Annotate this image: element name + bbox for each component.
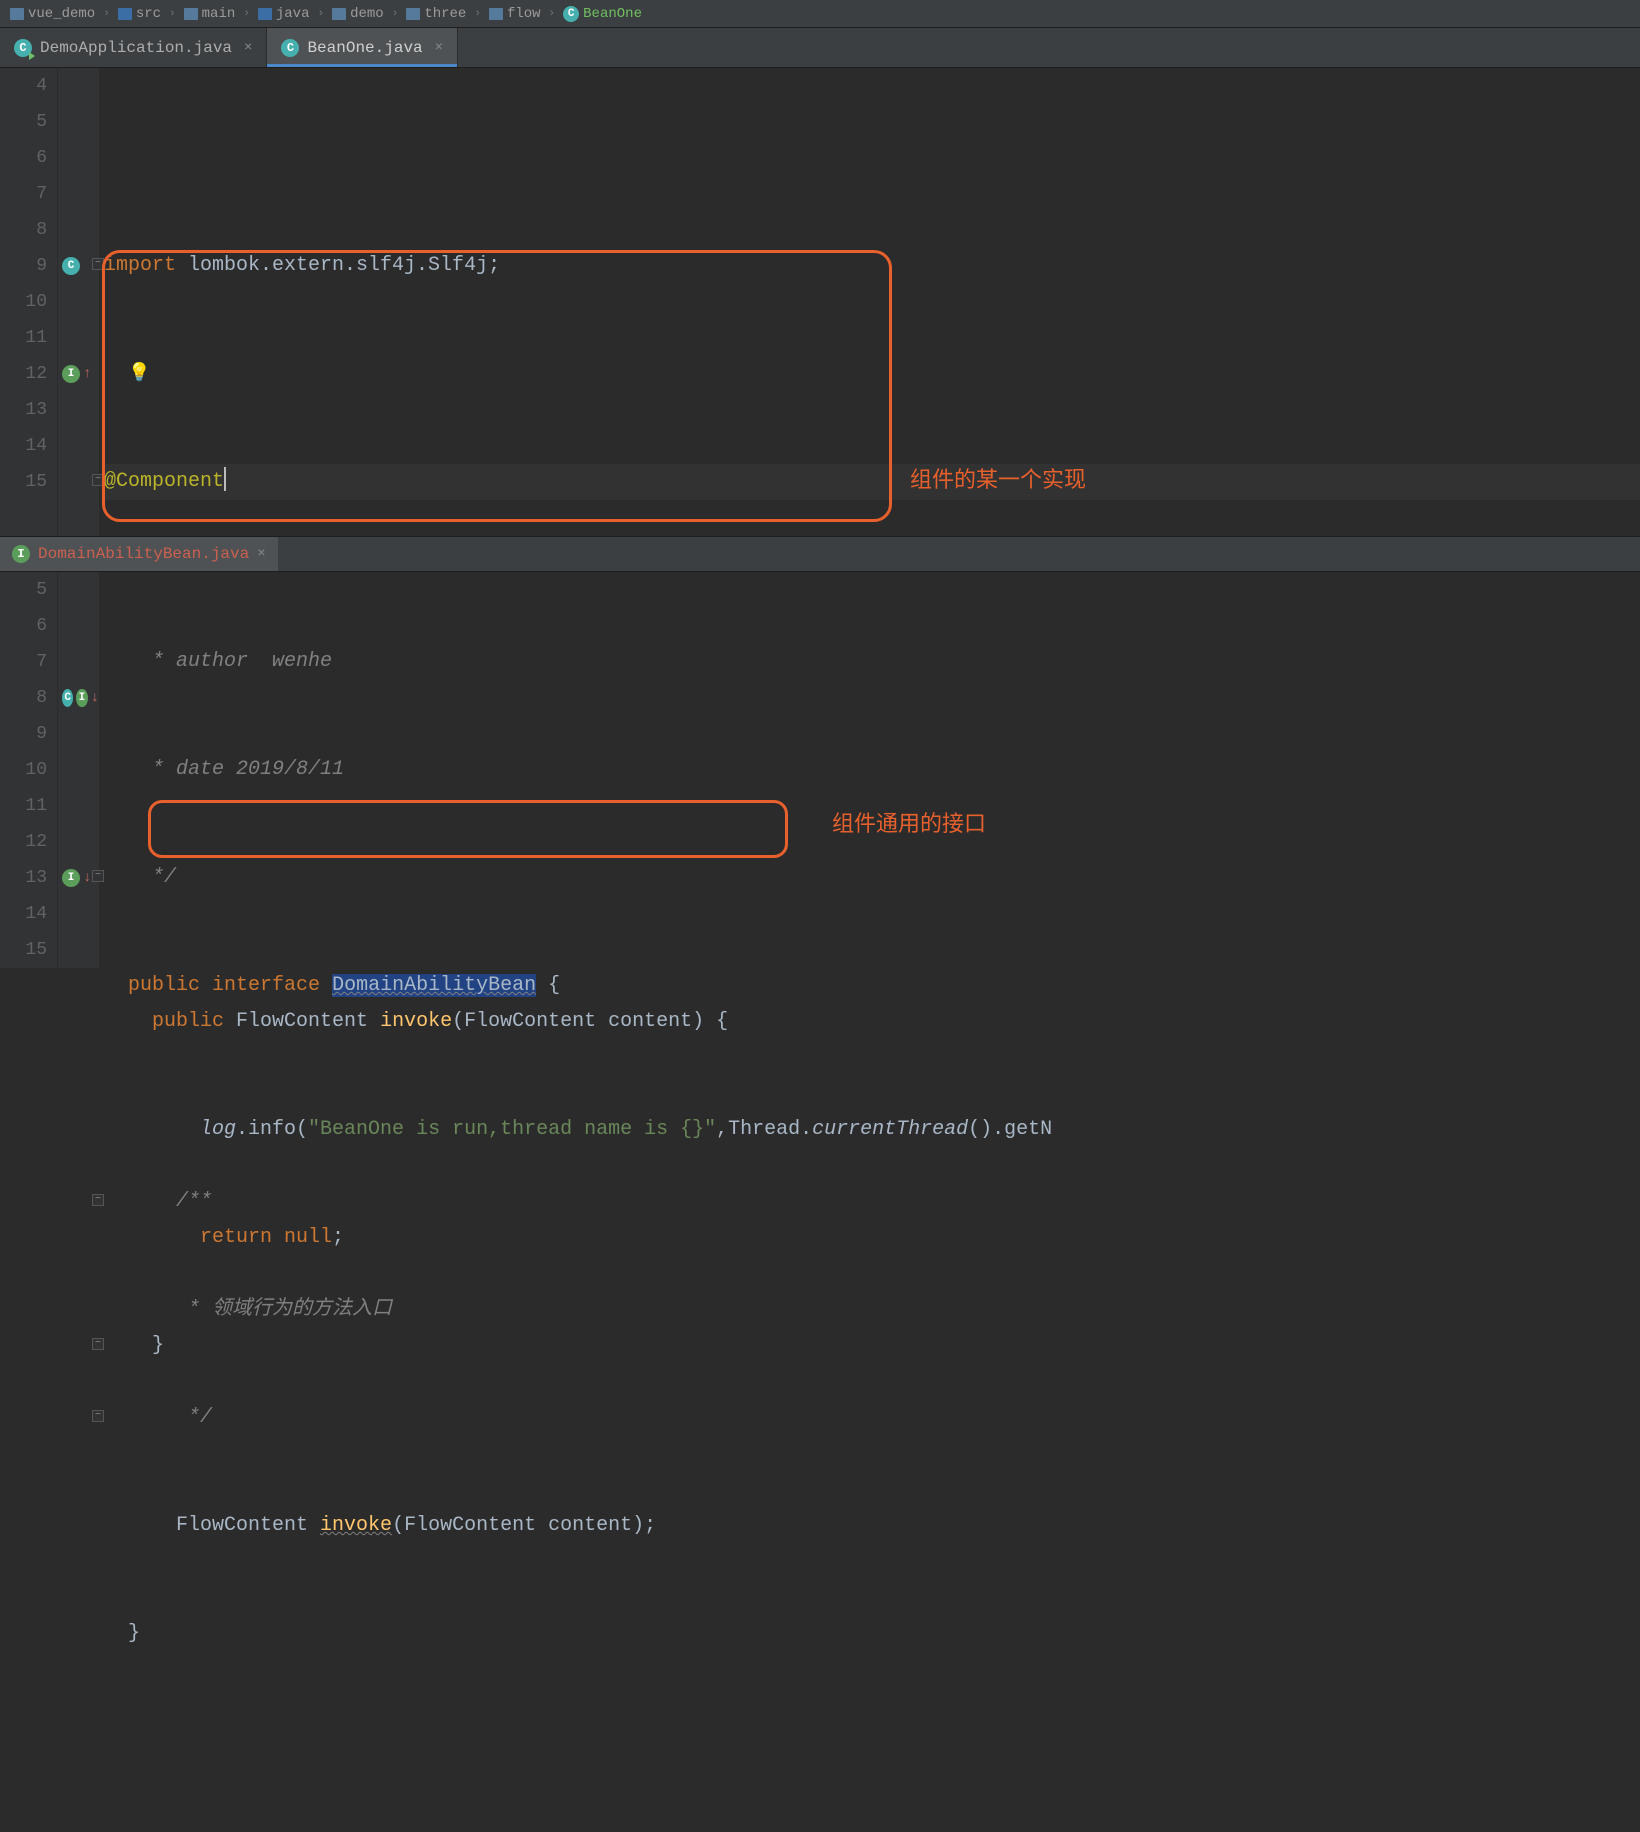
tab-label: DemoApplication.java xyxy=(40,39,232,57)
code-area[interactable]: * author wenhe * date 2019/8/11 − */ pub… xyxy=(100,572,1640,968)
close-icon[interactable]: × xyxy=(431,40,443,56)
code-area[interactable]: −import lombok.extern.slf4j.Slf4j; 💡 −@C… xyxy=(100,68,1640,536)
fold-icon[interactable]: − xyxy=(92,870,104,882)
gutter-override-icon[interactable]: I↑ xyxy=(58,356,99,392)
crumb-main[interactable]: main xyxy=(184,6,236,22)
crumb-three[interactable]: three xyxy=(406,6,466,22)
class-run-icon: C xyxy=(14,39,32,57)
breadcrumb: vue_demo › src › main › java › demo › th… xyxy=(0,0,1640,28)
fold-icon[interactable]: − xyxy=(92,1338,104,1350)
folder-icon xyxy=(10,8,24,20)
crumb-file[interactable]: CBeanOne xyxy=(563,6,642,22)
fold-icon[interactable]: − xyxy=(92,474,104,486)
chevron-icon: › xyxy=(392,8,399,20)
chevron-icon: › xyxy=(169,8,176,20)
line-number-gutter: 56789 101112131415 xyxy=(0,572,58,968)
caret xyxy=(224,467,226,491)
chevron-icon: › xyxy=(243,8,250,20)
gutter-implemented-icon[interactable]: CI↓ xyxy=(58,680,99,716)
intention-bulb-icon[interactable]: 💡 xyxy=(128,364,150,384)
folder-icon xyxy=(258,8,272,20)
folder-icon xyxy=(184,8,198,20)
tab-label: BeanOne.java xyxy=(307,39,422,57)
editor-pane-top[interactable]: 456789 101112131415 C I↑ −import lombok.… xyxy=(0,68,1640,536)
chevron-icon: › xyxy=(317,8,324,20)
annotation-label-1: 组件的某一个实现 xyxy=(910,462,1086,494)
crumb-java[interactable]: java xyxy=(258,6,310,22)
editor-pane-bottom[interactable]: 56789 101112131415 CI↓ I↓ * author wenhe… xyxy=(0,572,1640,968)
editor-tabs: C DemoApplication.java × C BeanOne.java … xyxy=(0,28,1640,68)
folder-icon xyxy=(406,8,420,20)
chevron-icon: › xyxy=(549,8,556,20)
class-icon: C xyxy=(281,39,299,57)
chevron-icon: › xyxy=(474,8,481,20)
crumb-src[interactable]: src xyxy=(118,6,161,22)
folder-icon xyxy=(332,8,346,20)
folder-icon xyxy=(489,8,503,20)
fold-icon[interactable]: − xyxy=(92,1410,104,1422)
crumb-flow[interactable]: flow xyxy=(489,6,541,22)
annotation-label-2: 组件通用的接口 xyxy=(832,806,986,838)
close-icon[interactable]: × xyxy=(240,40,252,56)
crumb-demo[interactable]: demo xyxy=(332,6,384,22)
fold-icon[interactable]: − xyxy=(92,258,104,270)
tab-demoapplication[interactable]: C DemoApplication.java × xyxy=(0,28,267,67)
fold-icon[interactable]: − xyxy=(92,1194,104,1206)
gutter-icons: CI↓ I↓ xyxy=(58,572,100,968)
class-icon: C xyxy=(563,6,579,22)
crumb-project[interactable]: vue_demo xyxy=(10,6,95,22)
interface-icon: I xyxy=(12,545,30,563)
chevron-icon: › xyxy=(103,8,110,20)
gutter-icons: C I↑ xyxy=(58,68,100,536)
line-number-gutter: 456789 101112131415 xyxy=(0,68,58,536)
tab-beanone[interactable]: C BeanOne.java × xyxy=(267,28,458,67)
folder-icon xyxy=(118,8,132,20)
